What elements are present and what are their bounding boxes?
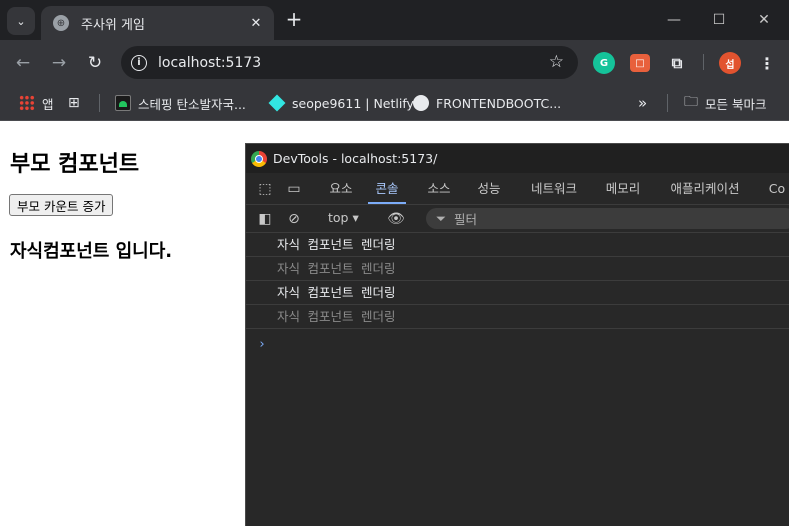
- address-text[interactable]: localhost:5173: [158, 55, 261, 71]
- extensions-puzzle-icon[interactable]: ⧉: [666, 52, 688, 74]
- tab-groups-icon[interactable]: ⊞: [68, 93, 80, 113]
- browser-chrome: ⌄ ⊕ 주사위 게임 ✕ + — ☐ ✕ ← → ↻ i localhost:5…: [0, 0, 789, 121]
- context-selector[interactable]: top ▾: [328, 210, 359, 225]
- more-menu-icon[interactable]: ⋮: [756, 52, 778, 74]
- address-bar[interactable]: i localhost:5173 ☆: [121, 46, 578, 79]
- forward-button[interactable]: →: [47, 51, 71, 75]
- bookmark-frontend-bootcamp[interactable]: FRONTENDBOOTC...: [413, 93, 561, 113]
- tab-memory[interactable]: 메모리: [601, 173, 645, 204]
- tab-application[interactable]: 애플리케이션: [664, 173, 746, 204]
- profile-avatar[interactable]: 섭: [719, 52, 741, 74]
- globe-icon: ⊕: [53, 15, 69, 31]
- extension-icon[interactable]: □: [630, 54, 650, 72]
- clear-console-icon[interactable]: ⊘: [284, 209, 304, 229]
- tab-sources[interactable]: 소스: [424, 173, 454, 204]
- bookmarks-overflow-button[interactable]: »: [638, 93, 647, 113]
- bookmark-star-icon[interactable]: ☆: [549, 52, 564, 72]
- console-log-list: 자식 컴포넌트 렌더링 자식 컴포넌트 렌더링 자식 컴포넌트 렌더링 자식 컴…: [246, 233, 789, 352]
- console-log-line: 자식 컴포넌트 렌더링: [246, 305, 789, 329]
- tab-search-button[interactable]: ⌄: [7, 7, 35, 35]
- devtools-title: DevTools - localhost:5173/: [273, 151, 438, 166]
- maximize-button[interactable]: ☐: [696, 0, 742, 40]
- toolbar-divider: [703, 54, 704, 70]
- tab-more[interactable]: Co: [766, 173, 788, 204]
- back-button[interactable]: ←: [11, 51, 35, 75]
- tab-network[interactable]: 네트워크: [526, 173, 582, 204]
- console-log-line: 자식 컴포넌트 렌더링: [246, 281, 789, 305]
- bookmark-divider: [667, 94, 668, 112]
- increase-parent-count-button[interactable]: 부모 카운트 증가: [9, 194, 114, 216]
- inspect-element-icon[interactable]: ⬚: [255, 179, 275, 199]
- apps-grid-icon: [19, 95, 35, 111]
- github-icon: [413, 95, 429, 111]
- browser-tab-active[interactable]: ⊕ 주사위 게임 ✕: [41, 6, 274, 40]
- all-bookmarks-folder[interactable]: 🗀 모든 북마크: [684, 93, 766, 113]
- tab-close-icon[interactable]: ✕: [248, 16, 264, 31]
- console-filter-input[interactable]: ⏷ 필터: [426, 208, 789, 229]
- console-log-line: 자식 컴포넌트 렌더링: [246, 257, 789, 281]
- reload-button[interactable]: ↻: [83, 51, 107, 75]
- filter-placeholder: 필터: [454, 212, 478, 227]
- bookmarks-bar: 앱 ⊞ 스테핑 탄소발자국... seope9611 | Netlify FRO…: [0, 85, 789, 121]
- live-expression-eye-icon[interactable]: 👁: [386, 209, 406, 229]
- console-prompt[interactable]: ›: [246, 329, 789, 352]
- grammarly-extension-icon[interactable]: G: [593, 52, 615, 74]
- tab-title: 주사위 게임: [81, 17, 145, 33]
- tab-strip: ⌄ ⊕ 주사위 게임 ✕ + — ☐ ✕: [0, 0, 789, 40]
- console-log-line: 자식 컴포넌트 렌더링: [246, 233, 789, 257]
- child-component-title: 자식컴포넌트 입니다.: [10, 241, 173, 262]
- new-tab-button[interactable]: +: [283, 8, 305, 30]
- devtools-window: DevTools - localhost:5173/ ⬚ ▭ 요소 콘솔 소스 …: [245, 143, 789, 526]
- filter-icon: ⏷: [436, 210, 447, 226]
- minimize-button[interactable]: —: [651, 0, 697, 40]
- parent-component-title: 부모 컴포넌트: [10, 152, 140, 177]
- bookmark-stepping[interactable]: 스테핑 탄소발자국...: [115, 93, 246, 113]
- sidebar-toggle-icon[interactable]: ◧: [255, 209, 275, 229]
- site-info-icon[interactable]: i: [131, 54, 147, 71]
- tab-console[interactable]: 콘솔: [368, 173, 406, 204]
- bookmark-apps[interactable]: 앱: [19, 93, 54, 113]
- devtools-titlebar: DevTools - localhost:5173/: [246, 144, 789, 173]
- chrome-logo-icon: [251, 150, 267, 167]
- window-close-button[interactable]: ✕: [741, 0, 787, 40]
- stepping-icon: [115, 95, 131, 111]
- folder-icon: 🗀: [684, 94, 698, 110]
- bookmark-divider: [99, 94, 100, 112]
- device-toolbar-icon[interactable]: ▭: [284, 179, 304, 199]
- browser-toolbar: ← → ↻ i localhost:5173 ☆ G □ ⧉ 섭 ⋮: [0, 40, 789, 85]
- chevron-down-icon: ⌄: [16, 14, 26, 28]
- devtools-tab-bar: ⬚ ▭ 요소 콘솔 소스 성능 네트워크 메모리 애플리케이션 Co: [246, 173, 789, 205]
- console-toolbar: ◧ ⊘ top ▾ 👁 ⏷ 필터: [246, 205, 789, 233]
- tab-performance[interactable]: 성능: [474, 173, 504, 204]
- tab-elements[interactable]: 요소: [326, 173, 356, 204]
- bookmark-netlify[interactable]: seope9611 | Netlify: [268, 93, 414, 113]
- netlify-icon: [268, 94, 286, 112]
